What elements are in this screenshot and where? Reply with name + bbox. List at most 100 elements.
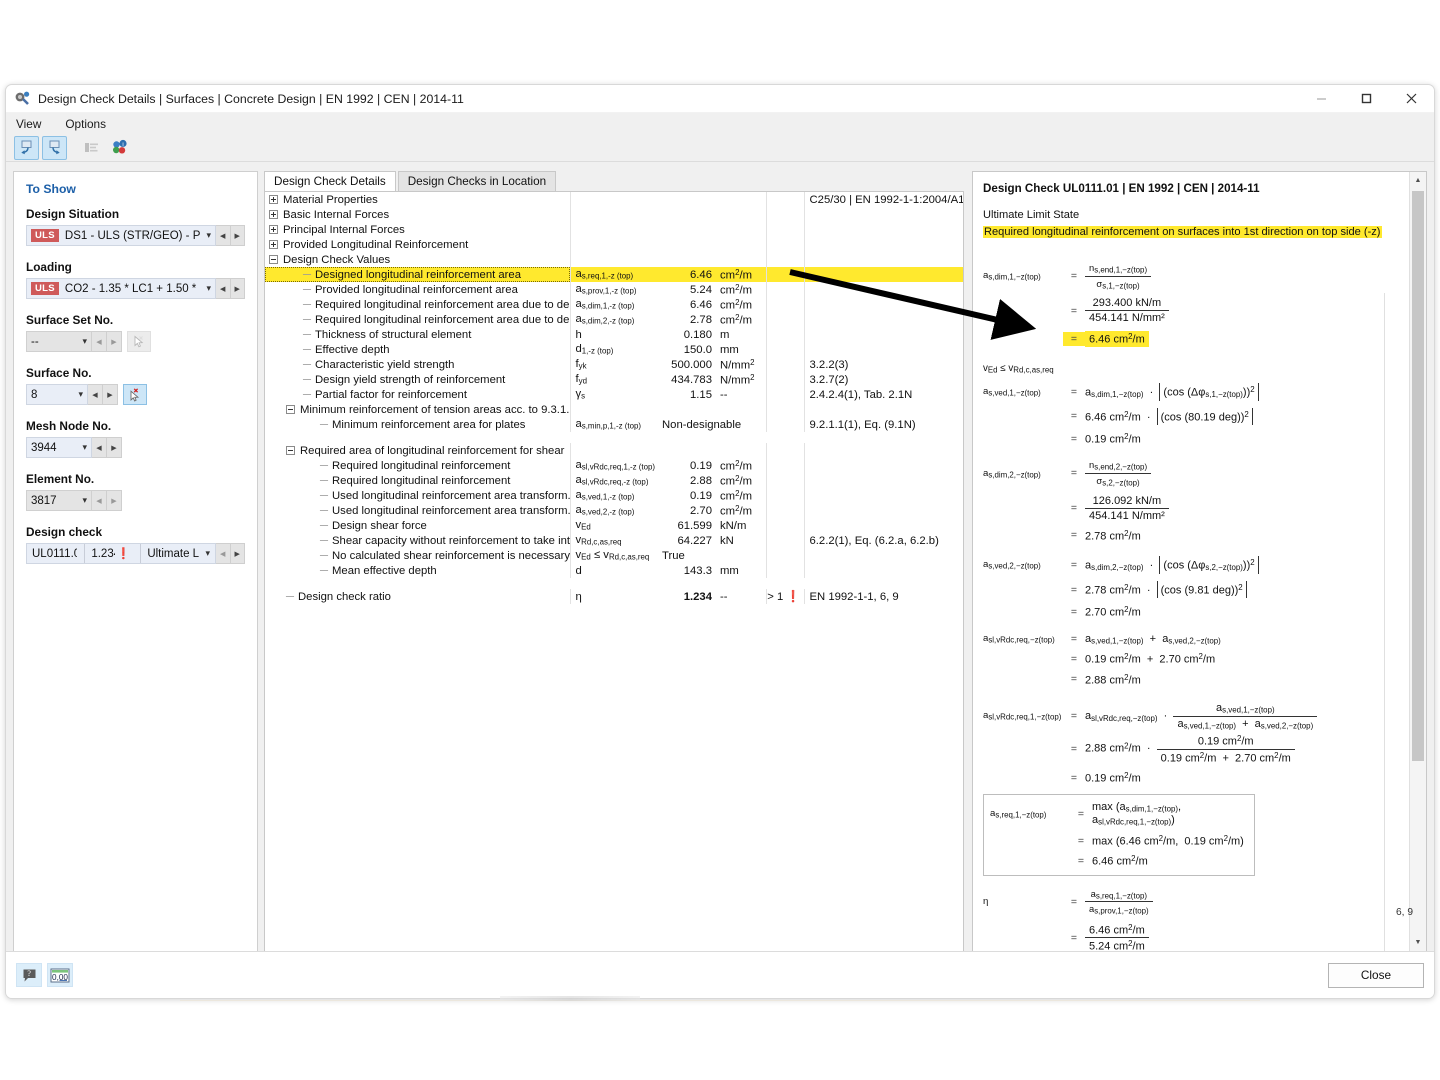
table-row[interactable]: ─ Required longitudinal reinforcement are… <box>265 297 963 312</box>
eq6-lhs: asl,vRdc,req,1,−z(top) <box>983 710 1062 723</box>
table-row[interactable]: ─ Designed longitudinal reinforcement are… <box>265 267 963 282</box>
close-window-button[interactable] <box>1389 85 1434 113</box>
element-no-combo[interactable]: 3817 ▾ <box>26 490 92 511</box>
maximize-button[interactable] <box>1344 85 1389 113</box>
design-check-combo[interactable]: UL0111.01 1.234 ❗ Ultimate Li... ▾ <box>26 543 216 564</box>
table-row[interactable]: Design Check Values <box>265 252 963 267</box>
loading-prev-button[interactable]: ◀ <box>216 278 231 299</box>
table-row[interactable]: ─ Provided longitudinal reinforcement are… <box>265 282 963 297</box>
table-row[interactable]: ─ Design yield strength of reinforcement f… <box>265 372 963 387</box>
table-row[interactable]: ─ Used longitudinal reinforcement area tr… <box>265 503 963 518</box>
decimal-places-icon[interactable]: 0,00 <box>47 963 73 987</box>
table-row[interactable]: Basic Internal Forces <box>265 207 963 222</box>
row-value <box>658 207 716 222</box>
design-situation-combo[interactable]: ULS DS1 - ULS (STR/GEO) - Perm... ▾ <box>26 225 216 246</box>
row-comparison <box>765 357 804 372</box>
surface-set-no-next-button[interactable]: ▶ <box>107 331 122 352</box>
chevron-down-icon[interactable]: ▾ <box>72 389 83 400</box>
table-row[interactable]: ─ No calculated shear reinforcement is ne… <box>265 548 963 563</box>
tab-design-check-details[interactable]: Design Check Details <box>264 171 396 192</box>
expand-icon[interactable] <box>269 224 278 234</box>
design-situation-prev-button[interactable]: ◀ <box>216 225 231 246</box>
loading-next-button[interactable]: ▶ <box>230 278 245 299</box>
chevron-down-icon[interactable]: ▾ <box>199 548 210 559</box>
help-comment-icon[interactable]: ? <box>16 963 42 987</box>
table-row[interactable]: ─ Minimum reinforcement area for plates as… <box>265 417 963 432</box>
eq8-lhs: η <box>983 896 989 908</box>
table-row[interactable]: Material Properties C25/30 | EN 1992-1-1:… <box>265 192 963 207</box>
table-row[interactable]: ─ Required longitudinal reinforcement asl,… <box>265 473 963 488</box>
surface-no-combo[interactable]: 8 ▾ <box>26 384 88 405</box>
table-row[interactable]: Minimum reinforcement of tension areas a… <box>265 402 963 417</box>
table-row[interactable] <box>265 578 963 589</box>
table-row[interactable]: ─ Design shear force vEd 61.599 kN/m <box>265 518 963 533</box>
chevron-down-icon[interactable]: ▾ <box>76 495 87 506</box>
chevron-down-icon[interactable]: ▾ <box>76 336 87 347</box>
chevron-down-icon[interactable]: ▾ <box>76 442 87 453</box>
row-symbol: fyk <box>569 357 658 372</box>
design-situation-next-button[interactable]: ▶ <box>230 225 245 246</box>
menu-options[interactable]: Options <box>65 117 106 131</box>
chevron-down-icon[interactable]: ▾ <box>200 230 211 241</box>
list-details-icon[interactable] <box>79 136 104 160</box>
collapse-icon[interactable] <box>269 254 278 264</box>
surface-set-no-prev-button[interactable]: ◀ <box>92 331 107 352</box>
design-check-next-button[interactable]: ▶ <box>230 543 245 564</box>
table-row[interactable]: ─ Effective depth d1,-z (top) 150.0 mm <box>265 342 963 357</box>
row-reference <box>803 267 963 282</box>
row-label: ─ Design check ratio <box>286 590 391 603</box>
colored-dots-info-icon[interactable]: i <box>107 136 132 160</box>
window-body: To Show Design Situation ULS DS1 - ULS (… <box>6 163 1434 998</box>
previous-result-arrow-icon[interactable] <box>14 135 39 160</box>
collapse-icon[interactable] <box>286 404 295 414</box>
design-check-tree[interactable]: Material Properties C25/30 | EN 1992-1-1:… <box>264 191 964 952</box>
chevron-down-icon[interactable]: ▾ <box>200 283 211 294</box>
scrollbar-thumb[interactable] <box>1412 191 1424 761</box>
row-unit: cm2/m <box>720 503 753 518</box>
equals-sign: = <box>1077 834 1085 847</box>
scroll-down-arrow-icon[interactable]: ▼ <box>1410 934 1426 951</box>
table-row[interactable]: ─ Used longitudinal reinforcement area tr… <box>265 488 963 503</box>
table-row[interactable]: ─ Design check ratio η 1.234 -- > 1 ❗ EN 1992-… <box>265 589 963 604</box>
surface-set-no-value: -- <box>31 335 39 348</box>
expand-icon[interactable] <box>269 239 278 249</box>
table-row[interactable]: ─ Partial factor for reinforcement γs 1.15-… <box>265 387 963 402</box>
table-row[interactable]: ─ Characteristic yield strength fyk 500.000… <box>265 357 963 372</box>
surface-no-next-button[interactable]: ▶ <box>103 384 118 405</box>
design-check-prev-button[interactable]: ◀ <box>216 543 231 564</box>
table-row[interactable]: ─ Thickness of structural element h 0.180 m <box>265 327 963 342</box>
expand-icon[interactable] <box>269 209 278 219</box>
surface-set-pick-icon[interactable] <box>127 331 151 352</box>
surface-set-no-combo[interactable]: -- ▾ <box>26 331 92 352</box>
close-button[interactable]: Close <box>1328 962 1424 988</box>
mesh-node-no-next-button[interactable]: ▶ <box>107 437 122 458</box>
table-row[interactable]: ─ Mean effective depth d 143.3 mm <box>265 563 963 578</box>
surface-no-prev-button[interactable]: ◀ <box>88 384 103 405</box>
desktop-artifact-line <box>180 1000 1260 1001</box>
loading-combo[interactable]: ULS CO2 - 1.35 * LC1 + 1.50 * LC2 ▾ <box>26 278 216 299</box>
row-comparison <box>765 237 804 252</box>
next-result-arrow-icon[interactable] <box>42 135 67 160</box>
expand-icon[interactable] <box>269 194 278 204</box>
table-row[interactable]: ─ Shear capacity without reinforcement to… <box>265 533 963 548</box>
table-row[interactable]: Provided Longitudinal Reinforcement <box>265 237 963 252</box>
tab-design-checks-in-location[interactable]: Design Checks in Location <box>397 171 557 192</box>
surface-pick-icon[interactable] <box>123 384 147 405</box>
scroll-up-arrow-icon[interactable]: ▲ <box>1410 172 1426 189</box>
table-row[interactable]: ─ Required longitudinal reinforcement are… <box>265 312 963 327</box>
row-unit: N/mm2 <box>720 357 755 372</box>
menu-view[interactable]: View <box>16 117 41 131</box>
row-symbol <box>569 192 658 207</box>
table-row[interactable]: Principal Internal Forces <box>265 222 963 237</box>
mesh-node-no-prev-button[interactable]: ◀ <box>92 437 107 458</box>
table-row[interactable] <box>265 432 963 443</box>
equation-as-req-1-box: as,req,1,−z(top) = max (as,dim,1,−z(top)… <box>983 794 1255 876</box>
element-no-prev-button[interactable]: ◀ <box>92 490 107 511</box>
element-no-next-button[interactable]: ▶ <box>107 490 122 511</box>
table-row[interactable]: ─ Required longitudinal reinforcement asl,… <box>265 458 963 473</box>
table-row[interactable]: Required area of longitudinal reinforcem… <box>265 443 963 458</box>
formula-panel-scrollbar[interactable]: ▲ ▼ <box>1409 172 1426 951</box>
minimize-button[interactable] <box>1299 85 1344 113</box>
mesh-node-no-combo[interactable]: 3944 ▾ <box>26 437 92 458</box>
collapse-icon[interactable] <box>286 445 295 455</box>
